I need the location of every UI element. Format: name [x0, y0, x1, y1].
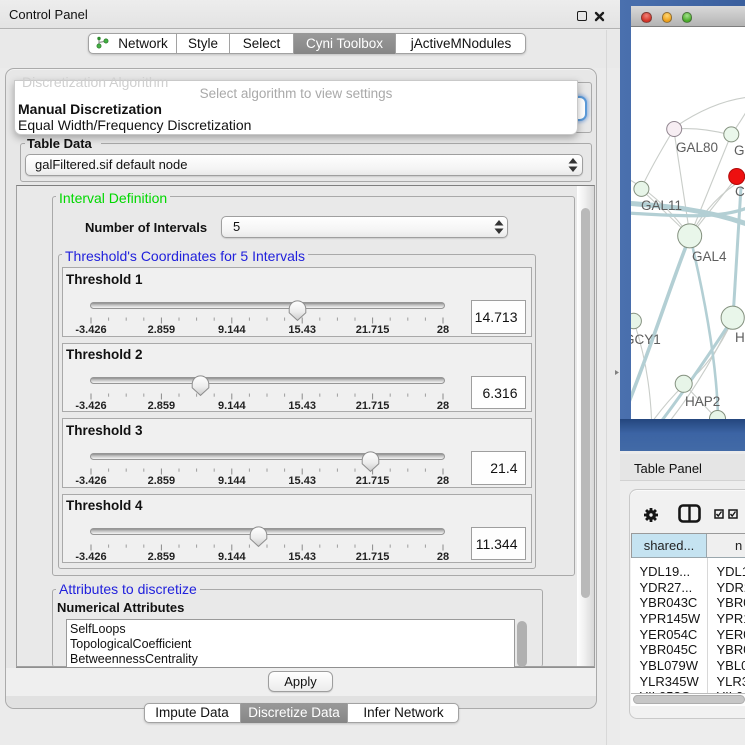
svg-text:H: H: [735, 330, 745, 345]
svg-text:HAP2: HAP2: [685, 394, 720, 409]
svg-text:G.: G.: [734, 143, 745, 158]
svg-text:GAL80: GAL80: [676, 140, 718, 155]
svg-text:GAL11: GAL11: [641, 198, 682, 213]
svg-text:GAL4: GAL4: [692, 249, 727, 264]
svg-text:C: C: [735, 184, 745, 199]
svg-text:GCY1: GCY1: [631, 332, 661, 347]
